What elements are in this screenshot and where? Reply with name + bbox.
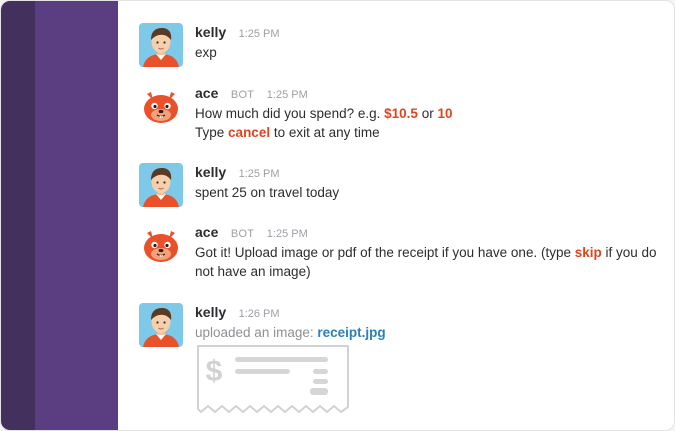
upload-notice: uploaded an image: bbox=[195, 325, 314, 340]
message-author[interactable]: kelly bbox=[195, 304, 226, 320]
message-text-part: How much did you spend? e.g. bbox=[195, 106, 381, 121]
message-text: How much did you spend? e.g. $10.5 or 10… bbox=[195, 104, 658, 142]
message-pane: kelly 1:25 PM exp ace BOT 1:25 PM How mu… bbox=[118, 1, 674, 430]
app-window: kelly 1:25 PM exp ace BOT 1:25 PM How mu… bbox=[0, 0, 675, 431]
message-timestamp[interactable]: 1:25 PM bbox=[267, 89, 308, 101]
highlighted-example: $10.5 bbox=[384, 106, 418, 121]
message-text-part: or bbox=[421, 106, 434, 121]
file-link[interactable]: receipt.jpg bbox=[317, 325, 385, 340]
message-author[interactable]: kelly bbox=[195, 24, 226, 40]
message-text-part: Type bbox=[195, 125, 225, 140]
message-author[interactable]: ace bbox=[195, 85, 218, 101]
message-text: uploaded an image: receipt.jpg bbox=[195, 323, 658, 342]
message-text: spent 25 on travel today bbox=[195, 185, 340, 200]
message-timestamp[interactable]: 1:25 PM bbox=[267, 228, 308, 240]
bot-badge: BOT bbox=[230, 228, 255, 240]
highlighted-command: cancel bbox=[228, 125, 271, 140]
message-author[interactable]: kelly bbox=[195, 164, 226, 180]
message-timestamp[interactable]: 1:25 PM bbox=[239, 168, 280, 180]
highlighted-example: 10 bbox=[437, 106, 453, 121]
kelly-avatar[interactable] bbox=[139, 163, 183, 207]
svg-text:$: $ bbox=[206, 355, 223, 388]
message-text: Got it! Upload image or pdf of the recei… bbox=[195, 243, 658, 281]
channel-sidebar bbox=[35, 1, 118, 430]
bot-badge: BOT bbox=[230, 89, 255, 101]
kelly-avatar[interactable] bbox=[139, 303, 183, 347]
ace-bot-avatar[interactable] bbox=[139, 223, 183, 267]
kelly-avatar[interactable] bbox=[139, 23, 183, 67]
message-author[interactable]: ace bbox=[195, 224, 218, 240]
message-text-part: Got it! Upload image or pdf of the recei… bbox=[195, 245, 571, 260]
ace-bot-avatar[interactable] bbox=[139, 84, 183, 128]
message-timestamp[interactable]: 1:25 PM bbox=[239, 28, 280, 40]
highlighted-command: skip bbox=[574, 245, 602, 260]
receipt-icon[interactable]: $ bbox=[195, 343, 351, 420]
message-timestamp[interactable]: 1:26 PM bbox=[239, 308, 280, 320]
team-sidebar bbox=[1, 1, 35, 430]
message-text: exp bbox=[195, 45, 217, 60]
message-text-part: to exit at any time bbox=[273, 125, 380, 140]
